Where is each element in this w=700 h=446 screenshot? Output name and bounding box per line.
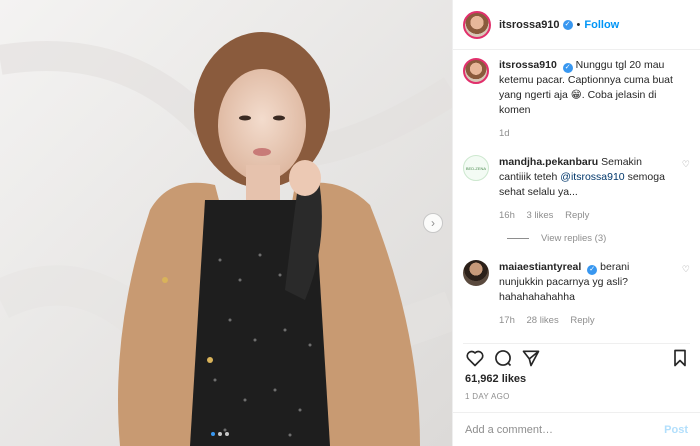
view-replies-label[interactable]: View replies (3) [541,233,606,244]
carousel-next-button[interactable]: › [423,213,443,233]
post-photo[interactable]: › [0,0,452,446]
caption: itsrossa910 ✓ Nunggu tgl 20 mau ketemu p… [463,58,690,141]
separator-dot: • [576,18,581,31]
comment-time[interactable]: 16h [499,210,515,221]
add-comment-bar: Add a comment… Post [453,412,700,446]
comment-username[interactable]: mandjha.pekanbaru [499,156,598,168]
comment-likes[interactable]: 3 likes [527,210,554,221]
view-replies[interactable]: View replies (3) [507,233,690,244]
caption-time[interactable]: 1d [499,128,510,139]
avatar-logo-text: BED-ZENA [465,166,487,171]
comment-icon[interactable] [493,348,513,368]
post-date[interactable]: 1 DAY AGO [465,392,510,401]
comment: BED-ZENA mandjha.pekanbaru Semakin canti… [463,155,690,223]
comment: maiaestiantyreal ✓ berani nunjukkin paca… [463,260,690,328]
carousel-indicators [211,432,229,436]
caption-avatar[interactable] [463,58,489,84]
author-avatar[interactable] [463,10,491,39]
comment-mention[interactable]: @itsrossa910 [560,171,624,183]
carousel-dot [218,432,222,436]
reply-button[interactable]: Reply [570,315,594,326]
comment-likes[interactable]: 28 likes [527,315,559,326]
chevron-right-icon: › [431,216,435,230]
comment-time[interactable]: 17h [499,315,515,326]
carousel-dot [225,432,229,436]
action-bar [463,343,690,369]
bookmark-icon[interactable] [670,348,690,368]
comment-username[interactable]: maiaestiantyreal [499,261,581,273]
comments-list[interactable]: itsrossa910 ✓ Nunggu tgl 20 mau ketemu p… [463,58,690,338]
follow-button[interactable]: Follow [584,19,619,31]
add-comment-input[interactable]: Add a comment… [465,424,664,436]
likes-count[interactable]: 61,962 likes [465,373,526,385]
comment-like-icon[interactable]: ♡ [682,264,690,275]
post-header: itsrossa910 ✓ • Follow [453,0,700,50]
verified-badge-icon: ✓ [562,63,573,73]
post-button[interactable]: Post [664,424,688,436]
commenter-avatar[interactable]: BED-ZENA [463,155,489,181]
post-image [0,0,452,446]
commenter-avatar[interactable] [463,260,489,286]
verified-badge-icon: ✓ [587,265,598,275]
verified-badge-icon: ✓ [562,19,573,30]
carousel-dot [211,432,215,436]
caption-username[interactable]: itsrossa910 [499,59,557,71]
reply-button[interactable]: Reply [565,210,589,221]
heart-icon[interactable] [465,348,485,368]
post-sidebar: itsrossa910 ✓ • Follow itsrossa910 ✓ Nun… [452,0,700,446]
share-icon[interactable] [521,348,541,368]
comment-like-icon[interactable]: ♡ [682,159,690,170]
replies-line [507,238,529,239]
author-username[interactable]: itsrossa910 [499,19,560,31]
